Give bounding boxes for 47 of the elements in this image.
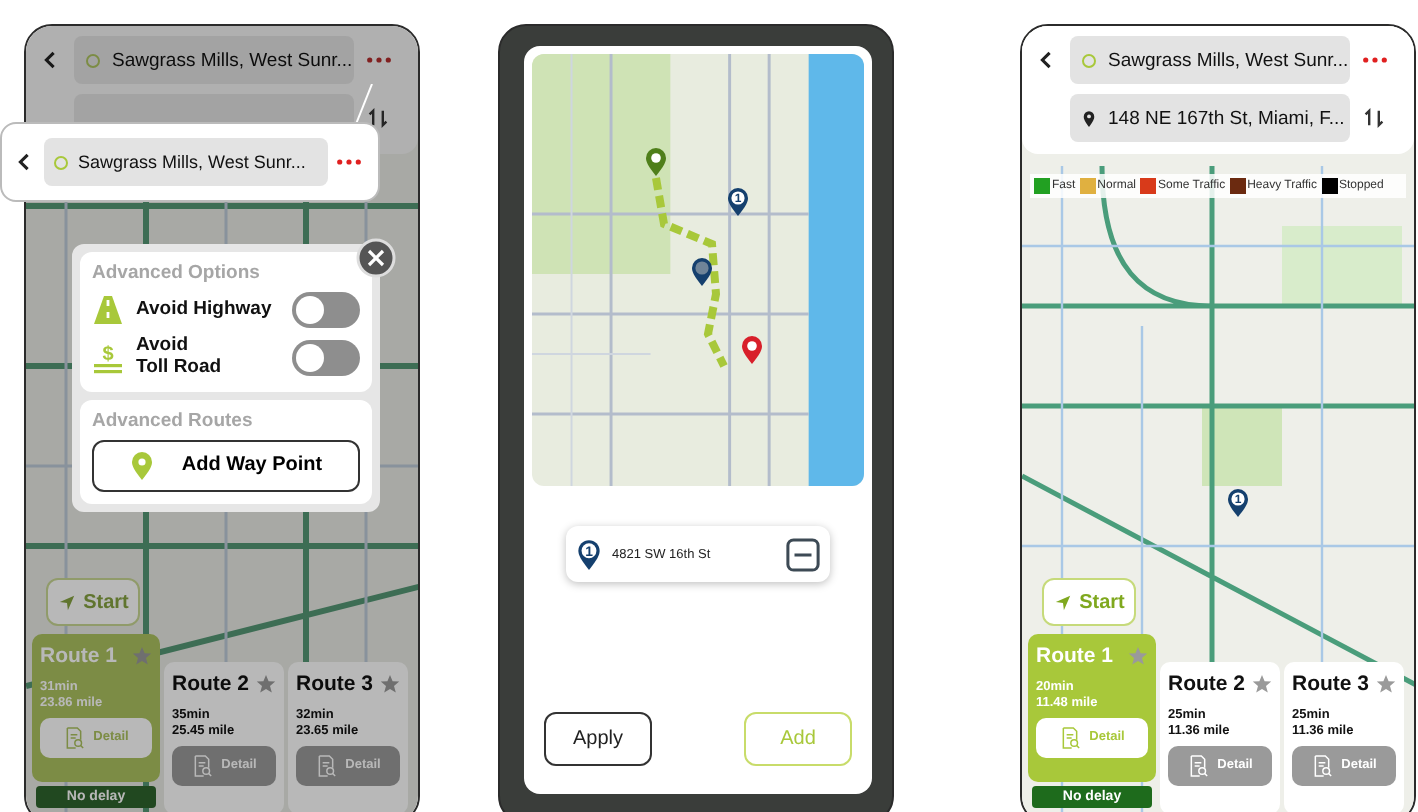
star-icon[interactable] [380, 674, 400, 694]
more-icon[interactable] [336, 158, 362, 166]
section-title: Advanced Routes [92, 409, 255, 432]
start-button[interactable]: Start [46, 578, 140, 626]
document-search-icon [191, 753, 212, 778]
star-icon[interactable] [1376, 674, 1396, 694]
toggle-switch[interactable] [292, 292, 360, 328]
document-search-icon [315, 753, 336, 778]
star-icon[interactable] [256, 674, 276, 694]
star-icon[interactable] [132, 646, 152, 666]
origin-field[interactable]: Sawgrass Mills, West Sunr... [44, 138, 328, 186]
swap-icon[interactable] [1362, 106, 1386, 130]
toggle-switch[interactable] [292, 339, 360, 376]
remove-icon[interactable] [786, 537, 820, 571]
route-name: Route 3 [296, 672, 374, 696]
road-icon [92, 294, 124, 326]
document-search-icon [1187, 753, 1208, 778]
destination-field[interactable]: 148 NE 167th St, Miami, F... [1070, 94, 1350, 142]
start-pin [644, 146, 668, 178]
option-label: Avoid Highway [136, 299, 274, 321]
document-search-icon [1059, 725, 1080, 750]
add-button[interactable]: Add [744, 712, 852, 766]
route-name: Route 2 [172, 672, 250, 696]
pin-icon [690, 256, 714, 288]
destination-pin [740, 334, 764, 366]
navigation-arrow-icon [1053, 593, 1072, 611]
pin-icon [1082, 109, 1096, 127]
apply-button[interactable]: Apply [544, 712, 652, 766]
navigation-arrow-icon [57, 593, 76, 611]
more-icon[interactable] [1362, 56, 1388, 64]
route-name: Route 2 [1168, 672, 1246, 696]
star-icon[interactable] [1128, 646, 1148, 666]
pin-icon [129, 449, 154, 482]
origin-field[interactable]: Sawgrass Mills, West Sunr... [74, 36, 354, 84]
star-icon[interactable] [1252, 674, 1272, 694]
section-title: Advanced Options [92, 262, 262, 284]
option-label: Avoid Toll Road [136, 336, 224, 380]
route-name: Route 1 [40, 644, 118, 668]
document-search-icon [1311, 753, 1332, 778]
swap-icon[interactable] [366, 106, 390, 130]
origin-field[interactable]: Sawgrass Mills, West Sunr... [1070, 36, 1350, 84]
route-name: Route 3 [1292, 672, 1370, 696]
document-search-icon [63, 725, 84, 750]
more-icon[interactable] [366, 56, 392, 64]
route-name: Route 1 [1036, 644, 1114, 668]
start-button[interactable]: Start [1042, 578, 1136, 626]
add-waypoint-button[interactable]: Add Way Point [92, 439, 360, 492]
